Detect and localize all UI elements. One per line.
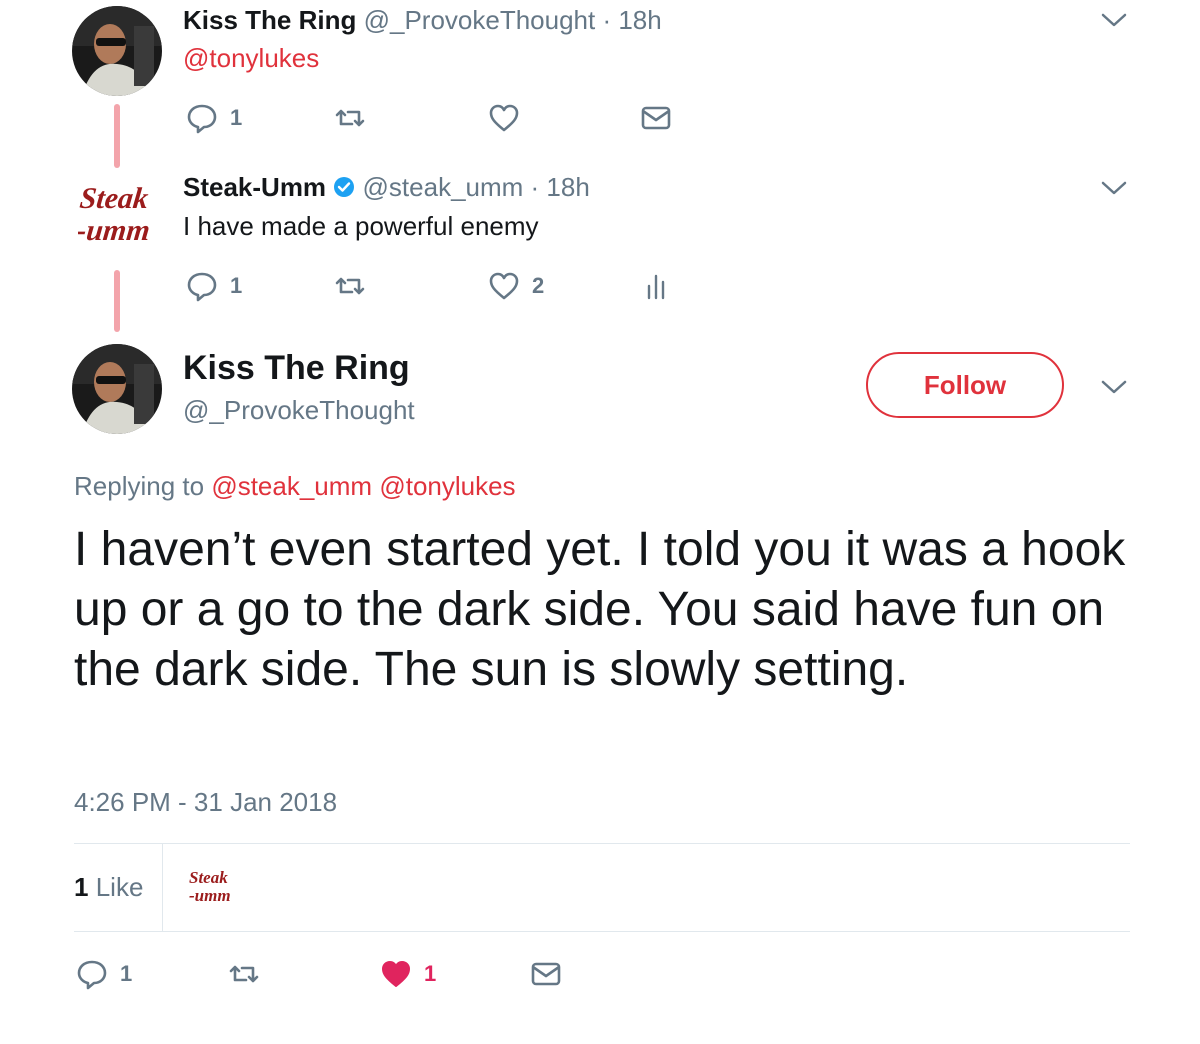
liker-avatar[interactable]: Steak -umm <box>186 866 236 906</box>
brand-logo-icon: Steak -umm <box>189 868 231 905</box>
reply-count: 1 <box>120 961 133 986</box>
author-handle[interactable]: @_ProvokeThought <box>183 394 415 426</box>
verified-badge-icon <box>333 173 355 197</box>
author-handle[interactable]: @steak_umm <box>363 172 524 202</box>
reply-icon <box>77 960 107 990</box>
retweet-button[interactable] <box>334 266 366 306</box>
reply-count: 1 <box>230 273 243 298</box>
divider <box>74 843 1130 844</box>
like-count: 2 <box>532 273 545 298</box>
tweet-actions: 1 <box>186 98 686 138</box>
heart-icon <box>489 104 519 132</box>
tweet-timestamp[interactable]: 4:26 PM - 31 Jan 2018 <box>74 786 337 818</box>
analytics-button[interactable] <box>640 266 672 306</box>
like-button[interactable]: 1 <box>380 954 436 994</box>
separator: · <box>523 172 547 202</box>
avatar[interactable] <box>72 6 162 96</box>
reply-button[interactable]: 1 <box>76 954 132 994</box>
mention-link[interactable]: @steak_umm <box>211 471 372 501</box>
envelope-icon <box>641 106 671 130</box>
author-handle[interactable]: @_ProvokeThought <box>364 5 596 35</box>
logo-text-2: -umm <box>78 213 152 247</box>
author-name[interactable]: Kiss The Ring <box>183 348 410 388</box>
mention-link[interactable]: @tonylukes <box>183 43 319 73</box>
envelope-icon <box>531 962 561 986</box>
tweet-actions: 1 2 <box>186 266 686 306</box>
avatar[interactable] <box>72 344 162 434</box>
timestamp[interactable]: 18h <box>618 5 661 35</box>
steak-umm-logo[interactable]: Steak -umm <box>75 178 158 248</box>
retweet-icon <box>229 965 259 983</box>
like-button[interactable] <box>488 98 520 138</box>
replying-prefix: Replying to <box>74 471 212 501</box>
chevron-down-icon[interactable] <box>1100 10 1128 30</box>
divider <box>162 843 163 931</box>
logo-text-1: Steak <box>189 868 228 887</box>
follow-button[interactable]: Follow <box>866 352 1064 418</box>
analytics-icon <box>647 274 665 300</box>
logo-text-1: Steak <box>78 181 150 215</box>
author-name[interactable]: Steak-Umm <box>183 172 326 202</box>
like-button[interactable]: 2 <box>488 266 544 306</box>
heart-filled-icon <box>382 961 410 987</box>
timestamp[interactable]: 18h <box>546 172 589 202</box>
chevron-down-icon[interactable] <box>1100 178 1128 198</box>
reply-count: 1 <box>230 105 243 130</box>
likes-stat[interactable]: 1 Like <box>74 871 143 903</box>
profile-photo-icon <box>72 344 162 434</box>
tweet-body: I have made a powerful enemy <box>183 211 539 241</box>
heart-icon <box>489 272 519 300</box>
tweet-header: Steak-Umm @steak_umm · 18h <box>183 171 590 203</box>
like-count: 1 <box>424 961 437 986</box>
retweet-button[interactable] <box>228 954 260 994</box>
retweet-icon <box>335 109 365 127</box>
likes-count: 1 <box>74 872 89 902</box>
brand-logo-icon: Steak -umm <box>75 181 152 247</box>
retweet-button[interactable] <box>334 98 366 138</box>
tweet-header: Kiss The Ring @_ProvokeThought · 18h <box>183 4 662 36</box>
reply-icon <box>187 272 217 302</box>
tweet-text: I haven’t even started yet. I told you i… <box>74 523 1126 696</box>
retweet-icon <box>335 277 365 295</box>
mention-link[interactable]: @tonylukes <box>379 471 515 501</box>
tweet-body: @tonylukes <box>183 42 319 74</box>
reply-icon <box>187 104 217 134</box>
tweet-actions: 1 1 <box>76 954 576 994</box>
direct-message-button[interactable] <box>530 954 562 994</box>
thread-line <box>114 270 120 332</box>
thread-line <box>114 104 120 168</box>
replying-to: Replying to @steak_umm @tonylukes <box>74 470 516 502</box>
logo-text-2: -umm <box>189 886 231 905</box>
profile-photo-icon <box>72 6 162 96</box>
reply-button[interactable]: 1 <box>186 98 242 138</box>
separator: · <box>595 5 619 35</box>
likes-label: Like <box>95 872 144 902</box>
reply-button[interactable]: 1 <box>186 266 242 306</box>
chevron-down-icon[interactable] <box>1100 377 1128 397</box>
direct-message-button[interactable] <box>640 98 672 138</box>
author-name[interactable]: Kiss The Ring <box>183 5 356 35</box>
divider <box>74 931 1130 932</box>
